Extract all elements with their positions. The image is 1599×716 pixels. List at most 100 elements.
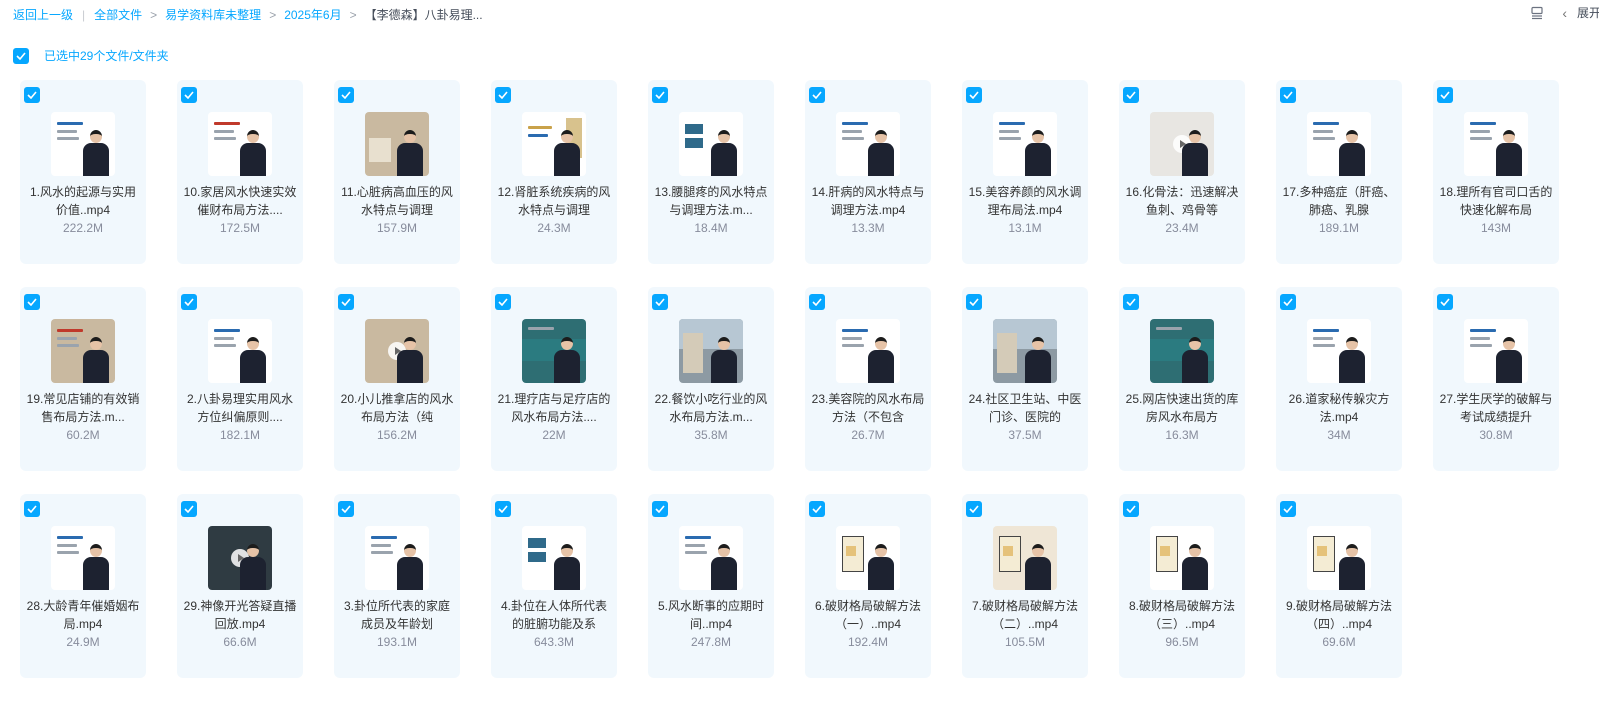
file-checkbox[interactable] — [1280, 501, 1296, 517]
file-name[interactable]: 12.肾脏系统疾病的风水特点与调理 — [497, 183, 611, 219]
video-thumbnail — [365, 526, 429, 590]
file-card[interactable]: 13.腰腿疼的风水特点与调理方法.m... 18.4M — [648, 80, 774, 264]
file-name[interactable]: 6.破财格局破解方法（一）..mp4 — [811, 597, 925, 633]
breadcrumb-all-files[interactable]: 全部文件 — [94, 6, 142, 23]
file-card[interactable]: 21.理疗店与足疗店的风水布局方法.... 22M — [491, 287, 617, 471]
file-checkbox[interactable] — [338, 294, 354, 310]
breadcrumb-folder-month[interactable]: 2025年6月 — [284, 6, 341, 23]
file-name[interactable]: 8.破财格局破解方法（三）..mp4 — [1125, 597, 1239, 633]
file-name[interactable]: 3.卦位所代表的家庭成员及年龄划 — [340, 597, 454, 633]
file-card[interactable]: 9.破财格局破解方法（四）..mp4 69.6M — [1276, 494, 1402, 678]
file-card[interactable]: 22.餐饮小吃行业的风水布局方法.m... 35.8M — [648, 287, 774, 471]
file-name[interactable]: 27.学生厌学的破解与考试成绩提升 — [1439, 390, 1553, 426]
file-checkbox[interactable] — [24, 87, 40, 103]
file-name[interactable]: 24.社区卫生站、中医门诊、医院的 — [968, 390, 1082, 426]
file-checkbox[interactable] — [181, 294, 197, 310]
check-icon — [1126, 91, 1136, 99]
file-card[interactable]: 24.社区卫生站、中医门诊、医院的 37.5M — [962, 287, 1088, 471]
file-name[interactable]: 20.小儿推拿店的风水布局方法（纯 — [340, 390, 454, 426]
breadcrumb-folder-library[interactable]: 易学资料库未整理 — [165, 6, 261, 23]
file-card[interactable]: 20.小儿推拿店的风水布局方法（纯 156.2M — [334, 287, 460, 471]
file-checkbox[interactable] — [338, 87, 354, 103]
list-view-icon[interactable] — [1530, 6, 1544, 20]
file-card[interactable]: 23.美容院的风水布局方法（不包含 26.7M — [805, 287, 931, 471]
file-card[interactable]: 6.破财格局破解方法（一）..mp4 192.4M — [805, 494, 931, 678]
file-name[interactable]: 21.理疗店与足疗店的风水布局方法.... — [497, 390, 611, 426]
file-checkbox[interactable] — [1437, 294, 1453, 310]
file-name[interactable]: 26.道家秘传躲灾方法.mp4 — [1282, 390, 1396, 426]
file-checkbox[interactable] — [495, 87, 511, 103]
file-card[interactable]: 18.理所有官司口舌的快速化解布局 143M — [1433, 80, 1559, 264]
file-checkbox[interactable] — [181, 501, 197, 517]
file-name[interactable]: 16.化骨法：迅速解决鱼刺、鸡骨等 — [1125, 183, 1239, 219]
file-card[interactable]: 28.大龄青年催婚姻布局.mp4 24.9M — [20, 494, 146, 678]
file-name[interactable]: 17.多种癌症（肝癌、肺癌、乳腺 — [1282, 183, 1396, 219]
file-checkbox[interactable] — [966, 87, 982, 103]
file-checkbox[interactable] — [809, 87, 825, 103]
file-checkbox[interactable] — [24, 501, 40, 517]
file-checkbox[interactable] — [495, 294, 511, 310]
select-all-checkbox[interactable] — [13, 47, 29, 64]
file-card[interactable]: 10.家居风水快速实效催财布局方法.... 172.5M — [177, 80, 303, 264]
file-checkbox[interactable] — [966, 501, 982, 517]
file-checkbox[interactable] — [181, 87, 197, 103]
file-checkbox[interactable] — [495, 501, 511, 517]
file-name[interactable]: 14.肝病的风水特点与调理方法.mp4 — [811, 183, 925, 219]
file-checkbox[interactable] — [1437, 87, 1453, 103]
file-name[interactable]: 10.家居风水快速实效催财布局方法.... — [183, 183, 297, 219]
file-size: 24.3M — [537, 221, 571, 235]
file-name[interactable]: 7.破财格局破解方法（二）..mp4 — [968, 597, 1082, 633]
file-name[interactable]: 11.心脏病高血压的风水特点与调理 — [340, 183, 454, 219]
file-checkbox[interactable] — [1280, 87, 1296, 103]
file-checkbox[interactable] — [24, 294, 40, 310]
file-name[interactable]: 2.八卦易理实用风水方位纠偏原则.... — [183, 390, 297, 426]
file-card[interactable]: 1.风水的起源与实用价值..mp4 222.2M — [20, 80, 146, 264]
file-name[interactable]: 22.餐饮小吃行业的风水布局方法.m... — [654, 390, 768, 426]
file-name[interactable]: 19.常见店铺的有效销售布局方法.m... — [26, 390, 140, 426]
file-card[interactable]: 25.网店快速出货的库房风水布局方 16.3M — [1119, 287, 1245, 471]
file-card[interactable]: 12.肾脏系统疾病的风水特点与调理 24.3M — [491, 80, 617, 264]
file-name[interactable]: 28.大龄青年催婚姻布局.mp4 — [26, 597, 140, 633]
file-checkbox[interactable] — [652, 294, 668, 310]
file-card[interactable]: 17.多种癌症（肝癌、肺癌、乳腺 189.1M — [1276, 80, 1402, 264]
file-card[interactable]: 8.破财格局破解方法（三）..mp4 96.5M — [1119, 494, 1245, 678]
file-card[interactable]: 26.道家秘传躲灾方法.mp4 34M — [1276, 287, 1402, 471]
file-checkbox[interactable] — [1123, 501, 1139, 517]
file-card[interactable]: 15.美容养颜的风水调理布局法.mp4 13.1M — [962, 80, 1088, 264]
file-checkbox[interactable] — [1123, 87, 1139, 103]
file-checkbox[interactable] — [652, 87, 668, 103]
file-card[interactable]: 7.破财格局破解方法（二）..mp4 105.5M — [962, 494, 1088, 678]
file-card[interactable]: 16.化骨法：迅速解决鱼刺、鸡骨等 23.4M — [1119, 80, 1245, 264]
file-checkbox[interactable] — [1280, 294, 1296, 310]
file-name[interactable]: 25.网店快速出货的库房风水布局方 — [1125, 390, 1239, 426]
file-card[interactable]: 19.常见店铺的有效销售布局方法.m... 60.2M — [20, 287, 146, 471]
file-name[interactable]: 18.理所有官司口舌的快速化解布局 — [1439, 183, 1553, 219]
file-card[interactable]: 5.风水断事的应期时间..mp4 247.8M — [648, 494, 774, 678]
file-name[interactable]: 4.卦位在人体所代表的脏腑功能及系 — [497, 597, 611, 633]
file-checkbox[interactable] — [966, 294, 982, 310]
chevron-left-icon[interactable]: ‹ — [1562, 5, 1567, 21]
file-card[interactable]: 29.神像开光答疑直播回放.mp4 66.6M — [177, 494, 303, 678]
file-card[interactable]: 4.卦位在人体所代表的脏腑功能及系 643.3M — [491, 494, 617, 678]
expand-button[interactable]: 展开 — [1577, 4, 1599, 21]
file-name[interactable]: 5.风水断事的应期时间..mp4 — [654, 597, 768, 633]
file-name[interactable]: 29.神像开光答疑直播回放.mp4 — [183, 597, 297, 633]
file-checkbox[interactable] — [1123, 294, 1139, 310]
file-checkbox[interactable] — [338, 501, 354, 517]
file-name[interactable]: 1.风水的起源与实用价值..mp4 — [26, 183, 140, 219]
file-name[interactable]: 13.腰腿疼的风水特点与调理方法.m... — [654, 183, 768, 219]
file-card[interactable]: 3.卦位所代表的家庭成员及年龄划 193.1M — [334, 494, 460, 678]
file-card[interactable]: 11.心脏病高血压的风水特点与调理 157.9M — [334, 80, 460, 264]
file-size: 143M — [1480, 221, 1512, 235]
back-link[interactable]: 返回上一级 — [13, 6, 73, 23]
file-checkbox[interactable] — [652, 501, 668, 517]
file-checkbox[interactable] — [809, 501, 825, 517]
file-name[interactable]: 15.美容养颜的风水调理布局法.mp4 — [968, 183, 1082, 219]
check-icon — [655, 505, 665, 513]
file-name[interactable]: 9.破财格局破解方法（四）..mp4 — [1282, 597, 1396, 633]
file-card[interactable]: 2.八卦易理实用风水方位纠偏原则.... 182.1M — [177, 287, 303, 471]
file-checkbox[interactable] — [809, 294, 825, 310]
file-name[interactable]: 23.美容院的风水布局方法（不包含 — [811, 390, 925, 426]
file-card[interactable]: 27.学生厌学的破解与考试成绩提升 30.8M — [1433, 287, 1559, 471]
file-card[interactable]: 14.肝病的风水特点与调理方法.mp4 13.3M — [805, 80, 931, 264]
